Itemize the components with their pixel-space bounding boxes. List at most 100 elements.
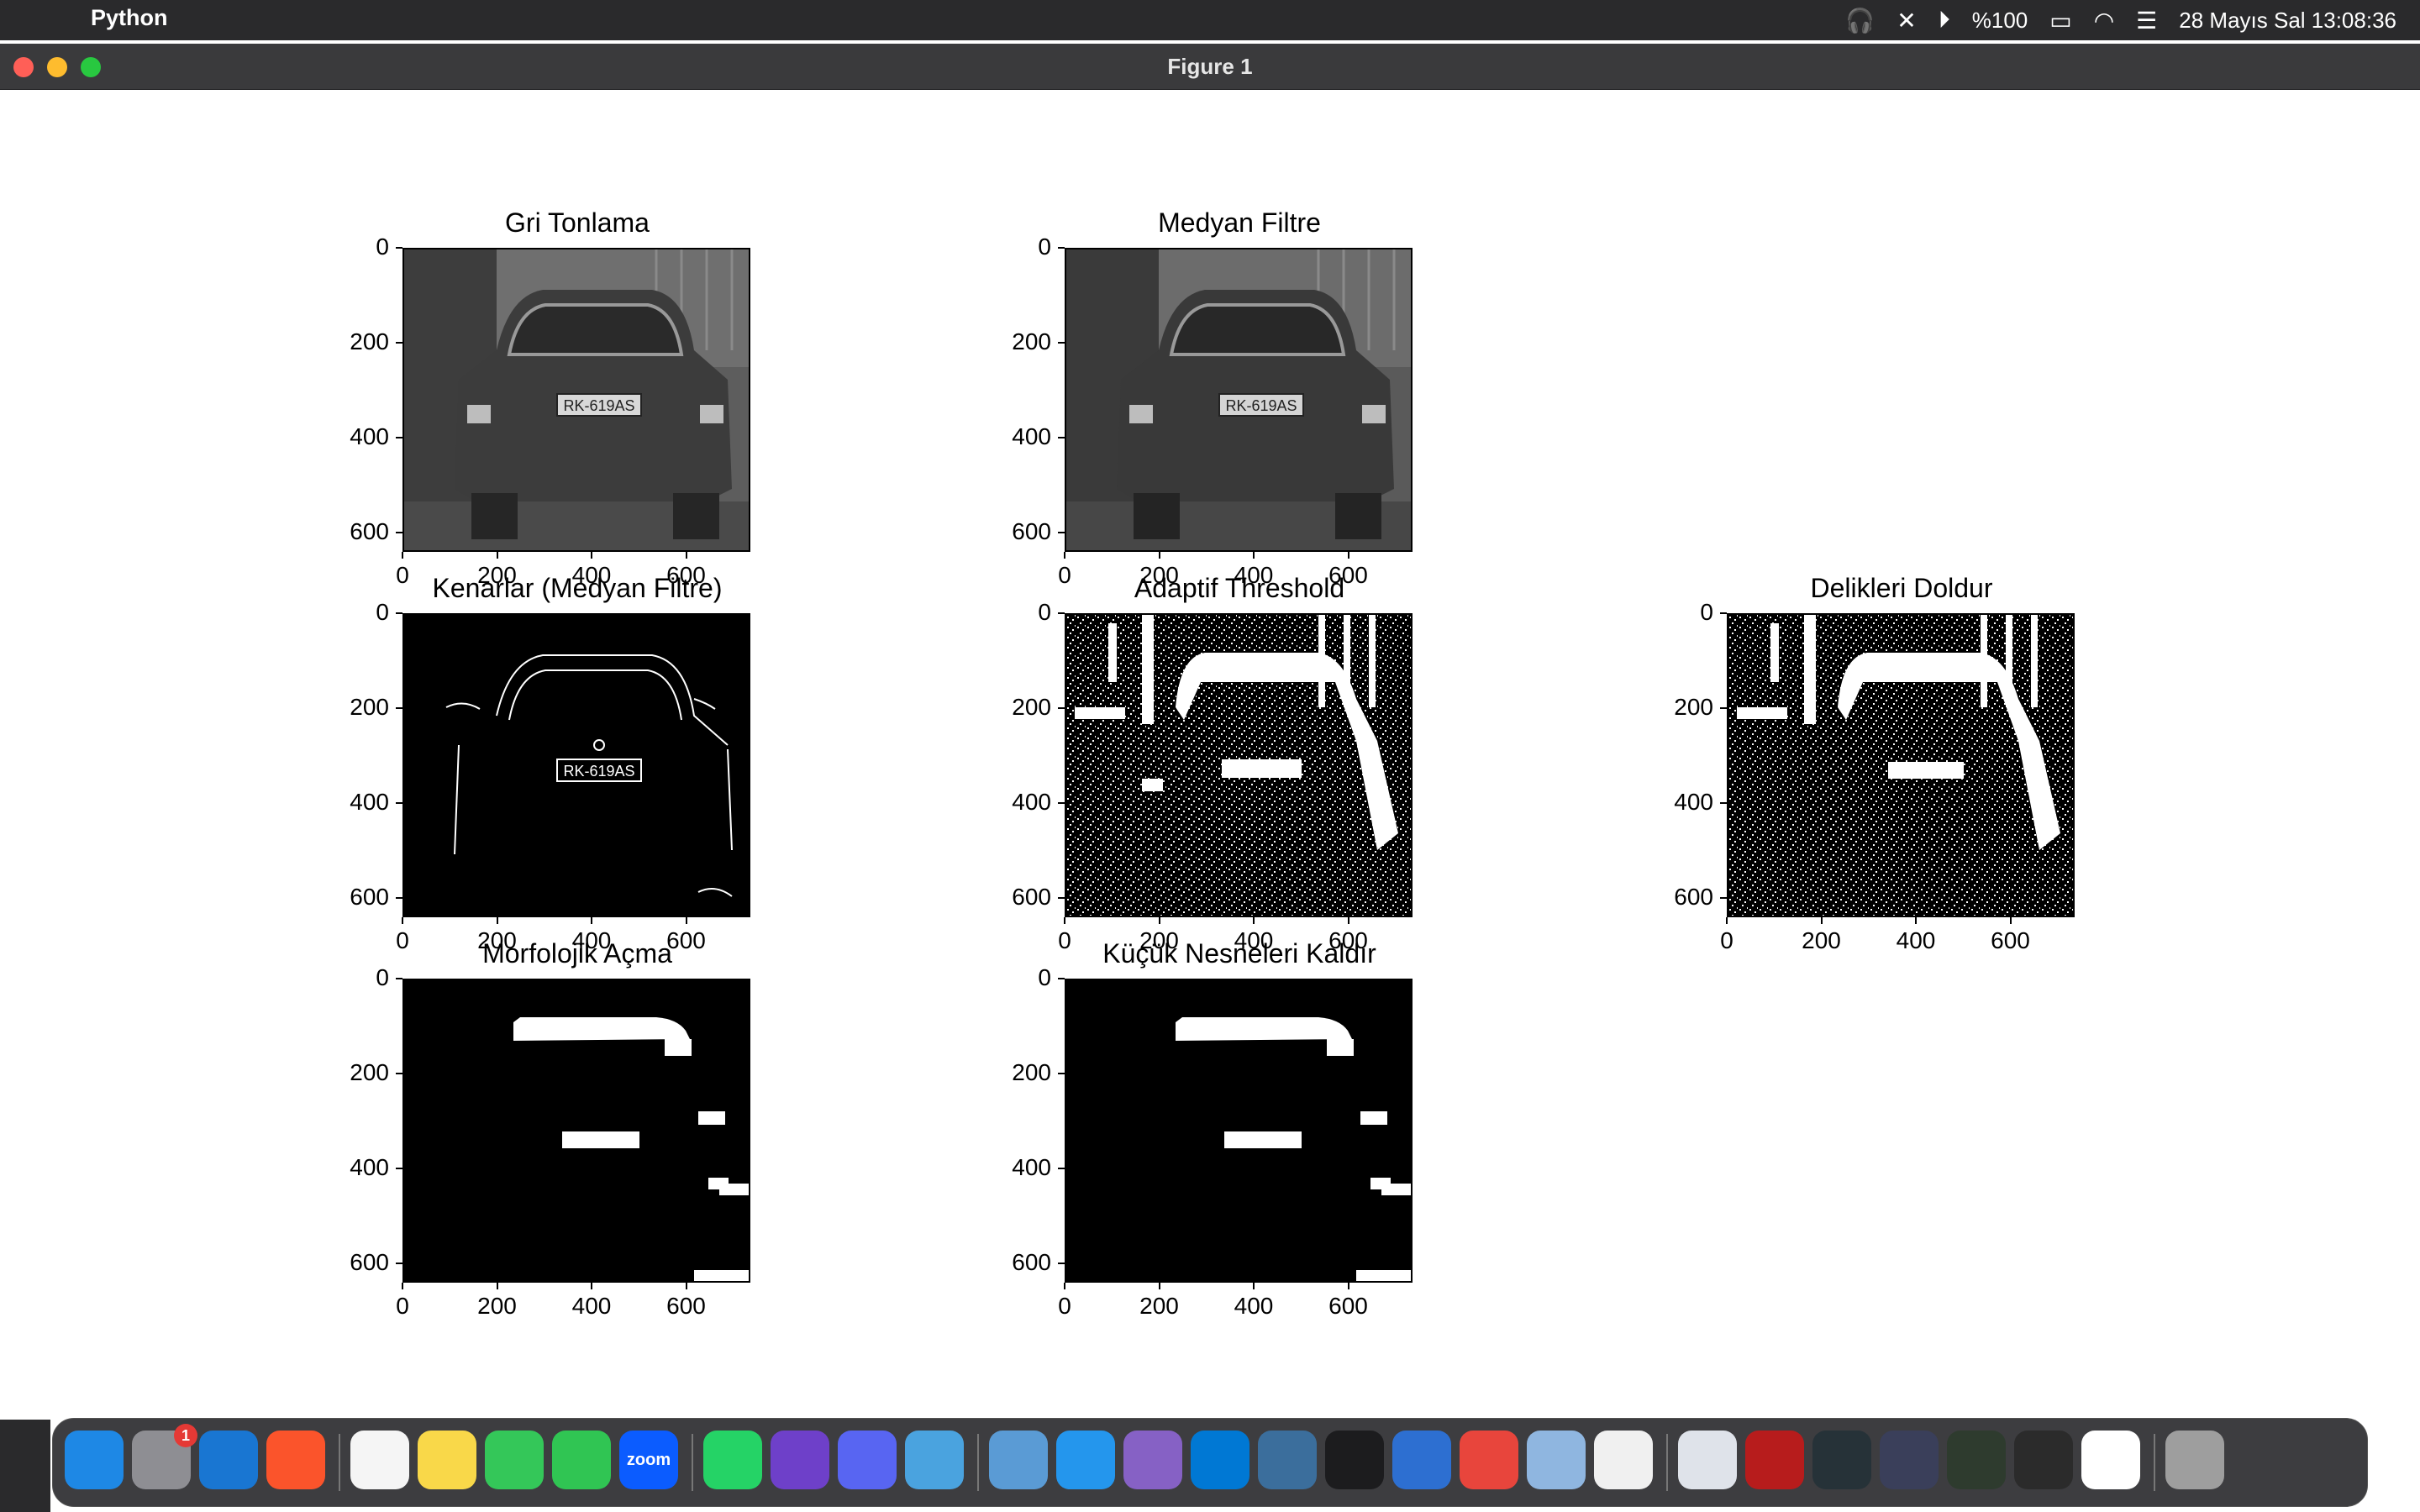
system-settings-icon[interactable]: 1 (132, 1424, 197, 1489)
x-tick-mark (402, 917, 403, 924)
y-tick-mark (396, 978, 402, 979)
x-tick-label: 0 (1720, 927, 1733, 953)
clock[interactable]: 28 Mayıs Sal 13:08:36 (2179, 8, 2396, 34)
x-tick-mark (402, 552, 403, 559)
app-menu-python[interactable]: Python (91, 5, 168, 31)
y-tick-label: 400 (350, 789, 389, 816)
app-store-icon[interactable] (199, 1431, 258, 1489)
window-thumb-3-icon[interactable] (1812, 1431, 1871, 1489)
notes-icon[interactable] (350, 1431, 409, 1489)
x-tick-mark (1158, 917, 1160, 924)
window-thumb-2-icon[interactable] (1745, 1431, 1804, 1489)
x-tick-mark (591, 552, 592, 559)
discord-icon[interactable] (838, 1431, 897, 1489)
wifi-icon[interactable]: ◠ (2094, 7, 2114, 34)
dock-icon-label: zoom (626, 1450, 671, 1469)
window-thumb-7-icon[interactable] (2081, 1431, 2140, 1489)
x-tick-mark (1253, 552, 1255, 559)
x-tick-mark (2009, 917, 2012, 924)
y-tick-label: 200 (350, 1059, 389, 1086)
stickies-icon[interactable] (418, 1431, 476, 1489)
y-tick-mark (396, 897, 402, 900)
subplot-title: Medyan Filtre (1158, 207, 1321, 238)
plate-text: RK-619AS (563, 763, 634, 780)
preview-icon[interactable] (1527, 1431, 1586, 1489)
car-opening-image (404, 980, 749, 1281)
mysql-workbench-icon[interactable] (1258, 1431, 1317, 1489)
subplot-title: Delikleri Doldur (1810, 573, 1993, 603)
chrome-icon[interactable] (1460, 1431, 1518, 1489)
y-tick-label: 600 (350, 884, 389, 911)
y-tick-mark (396, 1073, 402, 1075)
window-titlebar[interactable]: Figure 1 (0, 44, 2420, 90)
github-icon[interactable] (771, 1431, 829, 1489)
brave-icon[interactable] (266, 1431, 325, 1489)
x-tick-label: 200 (477, 562, 517, 588)
x-tick-mark (496, 1283, 498, 1289)
y-tick-label: 400 (1674, 789, 1713, 816)
pinwheel-icon[interactable] (1594, 1431, 1653, 1489)
plate-text: RK-619AS (563, 397, 634, 414)
y-tick-label: 600 (350, 1249, 389, 1276)
x-tick-mark (685, 552, 687, 559)
window-thumb-6-icon[interactable] (2014, 1431, 2073, 1489)
x-tick-mark (1253, 917, 1255, 924)
terminal-icon[interactable] (1325, 1431, 1384, 1489)
zoom-icon[interactable]: zoom (619, 1431, 678, 1489)
subplot-image-edges: RK-619AS (402, 613, 750, 917)
window-thumb-5-icon[interactable] (1947, 1431, 2006, 1489)
y-tick-label: 200 (1012, 328, 1051, 355)
x-tick-label: 200 (1802, 927, 1841, 953)
y-tick-mark (1720, 612, 1727, 614)
y-tick-mark (1720, 802, 1727, 805)
facetime-icon[interactable] (552, 1431, 611, 1489)
x-tick-label: 0 (396, 1293, 409, 1319)
car-fill-holes-image (1728, 615, 2073, 916)
xcode-icon[interactable] (905, 1431, 964, 1489)
control-center-icon[interactable]: ☰ (2136, 7, 2157, 34)
x-tick-mark (496, 552, 498, 559)
x-tick-label: 600 (1991, 927, 2030, 953)
subplot-image-opening (402, 979, 750, 1283)
dock-separator (339, 1434, 340, 1491)
headphones-icon[interactable]: 🎧 (1845, 7, 1875, 34)
bluetooth-off-icon[interactable]: ✕ (1897, 7, 1916, 34)
now-playing-icon[interactable]: ⏵ (1939, 7, 1950, 34)
x-tick-label: 0 (396, 927, 409, 953)
trash-icon[interactable] (2165, 1431, 2224, 1489)
car-remove-small-image (1066, 980, 1411, 1281)
y-tick-label: 0 (376, 234, 389, 260)
y-tick-label: 0 (376, 599, 389, 625)
docker-icon[interactable] (1056, 1431, 1115, 1489)
x-tick-mark (1158, 1283, 1160, 1289)
finder-icon[interactable] (65, 1431, 124, 1489)
car-gray-image: RK-619AS (404, 249, 749, 550)
migration-icon[interactable] (989, 1431, 1048, 1489)
menu-bar: Python 🎧 ✕ ⏵ %100 ▭ ◠ ☰ 28 Mayıs Sal 13:… (0, 0, 2420, 40)
x-tick-mark (496, 917, 498, 924)
y-tick-mark (1720, 897, 1727, 900)
y-tick-mark (396, 532, 402, 534)
visual-studio-icon[interactable] (1123, 1431, 1182, 1489)
x-tick-mark (1347, 917, 1349, 924)
status-area: 🎧 ✕ ⏵ %100 ▭ ◠ ☰ 28 Mayıs Sal 13:08:36 (1845, 0, 2396, 40)
x-tick-mark (1253, 1283, 1255, 1289)
y-tick-label: 400 (350, 1154, 389, 1181)
y-tick-mark (1720, 707, 1727, 710)
y-tick-label: 200 (350, 328, 389, 355)
y-tick-mark (1058, 1168, 1065, 1170)
y-tick-mark (1058, 612, 1065, 614)
whatsapp-icon[interactable] (703, 1431, 762, 1489)
vscode-icon[interactable] (1191, 1431, 1249, 1489)
battery-percent[interactable]: %100 (1972, 8, 2028, 34)
dock-separator (692, 1434, 693, 1491)
window-thumb-1-icon[interactable] (1678, 1431, 1737, 1489)
instruments-icon[interactable] (1392, 1431, 1451, 1489)
y-tick-label: 400 (1012, 1154, 1051, 1181)
y-tick-mark (1058, 1263, 1065, 1265)
x-tick-mark (591, 917, 592, 924)
y-tick-mark (1058, 247, 1065, 249)
window-thumb-4-icon[interactable] (1880, 1431, 1939, 1489)
battery-icon[interactable]: ▭ (2049, 7, 2071, 34)
messages-icon[interactable] (485, 1431, 544, 1489)
